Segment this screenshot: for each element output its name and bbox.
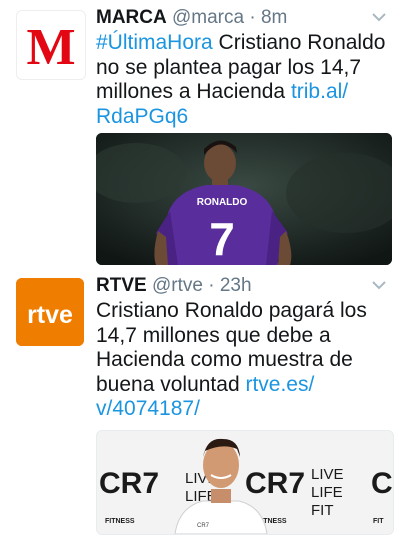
- svg-text:M: M: [26, 19, 75, 76]
- tweet-text: Cristiano Ronaldo pagará los 14,7 millone…: [96, 299, 390, 422]
- tweet-text-line: buena voluntad rtve.es/: [96, 373, 390, 398]
- svg-text:rtve: rtve: [27, 301, 73, 329]
- ronaldo-press-photo: CR7 LIVE LIFE CR7 LIVE LIFE FIT CR FITNE…: [97, 431, 393, 534]
- avatar-marca[interactable]: M: [16, 10, 86, 80]
- marca-logo: M: [26, 19, 75, 76]
- separator: ·: [208, 275, 215, 296]
- tweet-text-line: 14,7 millones que debe a: [96, 324, 390, 349]
- tweet-text-fragment: Hacienda como muestra de: [96, 348, 353, 371]
- handle[interactable]: @rtve: [152, 275, 203, 296]
- svg-text:LIFE: LIFE: [311, 484, 343, 501]
- rtve-logo: rtve: [16, 278, 84, 346]
- svg-text:CR7: CR7: [245, 467, 305, 500]
- tweet-text-line: Cristiano Ronaldo pagará los: [96, 299, 390, 324]
- svg-text:CR7: CR7: [99, 467, 159, 500]
- ronaldo-jersey-photo: RONALDO 7: [96, 133, 392, 265]
- tweet-text-line: #ÚltimaHora Cristiano Ronaldo: [96, 31, 390, 56]
- tweet-text-fragment: millones a Hacienda: [96, 80, 291, 103]
- tweet-header: RTVE @rtve · 23h: [96, 274, 390, 298]
- tweet-media-image[interactable]: RONALDO 7: [96, 133, 392, 265]
- tweet-text-line: v/4074187/: [96, 397, 390, 422]
- handle[interactable]: @marca: [172, 7, 244, 28]
- hashtag-link[interactable]: #ÚltimaHora: [96, 31, 213, 54]
- separator: ·: [249, 7, 256, 28]
- svg-text:LIVE: LIVE: [311, 466, 344, 483]
- display-name[interactable]: MARCA: [96, 7, 167, 28]
- url-link[interactable]: rtve.es/: [245, 373, 314, 396]
- tweet-media-image[interactable]: CR7 LIVE LIFE CR7 LIVE LIFE FIT CR FITNE…: [96, 430, 394, 535]
- tweet-text-fragment: 14,7 millones que debe a: [96, 323, 331, 347]
- tweet-text: #ÚltimaHora Cristiano Ronaldo no se plant…: [96, 31, 390, 129]
- svg-text:FIT: FIT: [311, 502, 334, 519]
- tweet-text-fragment: buena voluntad: [96, 372, 246, 396]
- svg-text:RONALDO: RONALDO: [197, 197, 248, 208]
- chevron-down-icon[interactable]: [368, 8, 390, 26]
- url-link[interactable]: v/4074187/: [96, 397, 200, 420]
- avatar-rtve[interactable]: rtve: [16, 278, 84, 346]
- timestamp[interactable]: 23h: [220, 275, 252, 296]
- url-link[interactable]: RdaPGq6: [96, 105, 188, 128]
- svg-text:7: 7: [209, 213, 235, 265]
- chevron-down-icon[interactable]: [368, 276, 390, 294]
- tweet-header: MARCA @marca · 8m: [96, 6, 390, 30]
- tweet-text-line: RdaPGq6: [96, 105, 390, 130]
- timestamp[interactable]: 8m: [261, 7, 287, 28]
- tweet-text-fragment: Cristiano Ronaldo pagará los: [96, 299, 367, 322]
- tweet-text-fragment: Cristiano Ronaldo: [212, 31, 386, 54]
- tweet-marca[interactable]: M MARCA @marca · 8m #ÚltimaHora Cristian…: [0, 0, 400, 268]
- svg-text:CR: CR: [371, 467, 393, 500]
- svg-text:FIT: FIT: [373, 518, 384, 525]
- display-name[interactable]: RTVE: [96, 275, 147, 296]
- tweet-rtve[interactable]: rtve RTVE @rtve · 23h Cristiano Ronaldo …: [0, 268, 400, 535]
- svg-text:CR7: CR7: [197, 523, 210, 529]
- tweet-text-line: Hacienda como muestra de: [96, 348, 390, 373]
- tweet-text-fragment: no se plantea pagar los 14,7: [96, 55, 362, 79]
- tweet-text-line: no se plantea pagar los 14,7: [96, 56, 390, 81]
- tweet-text-line: millones a Hacienda trib.al/: [96, 80, 390, 105]
- svg-text:FITNESS: FITNESS: [105, 518, 135, 525]
- url-link[interactable]: trib.al/: [291, 80, 348, 103]
